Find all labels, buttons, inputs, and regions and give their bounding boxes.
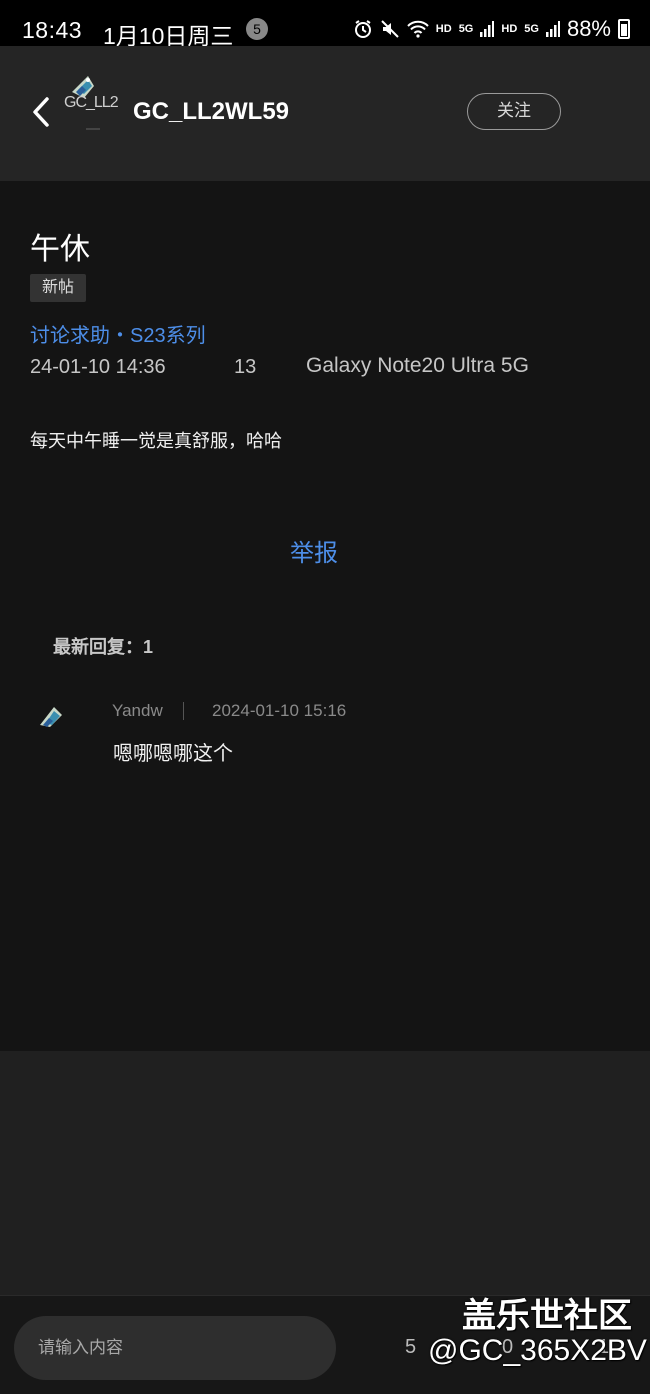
alarm-icon [353, 19, 373, 39]
reply-divider [183, 702, 184, 720]
post-device: Galaxy Note20 Ultra 5G [306, 354, 529, 377]
follow-button[interactable]: 关注 [467, 93, 561, 130]
status-icons: HD 5G HD 5G 88% [353, 16, 630, 42]
like-count[interactable]: 5 [405, 1336, 416, 1359]
battery-icon [618, 19, 630, 39]
status-time: 18:43 [22, 17, 83, 43]
wifi-icon [407, 20, 429, 38]
battery-percent: 88% [566, 16, 611, 41]
signal-icon-2 [545, 21, 560, 37]
post-title: 午休 [30, 233, 90, 266]
post-body: 每天中午睡一觉是真舒服，哈哈 [30, 431, 282, 451]
new-post-badge: 新帖 [30, 274, 87, 302]
reply-username[interactable]: Yandw [112, 701, 163, 721]
post-view-count: 13 [234, 356, 257, 378]
author-name[interactable]: GC_LL2WL59 [133, 98, 289, 126]
status-bar: 18:43 1月10日周三 5 HD 5G HD 5G 88% [0, 0, 650, 49]
watermark-site: 盖乐世社区 [462, 1297, 632, 1335]
reply-timestamp: 2024-01-10 15:16 [212, 701, 347, 720]
reply-avatar[interactable] [38, 703, 68, 729]
post-date: 24-01-10 14:36 [30, 356, 166, 378]
author-avatar[interactable]: GC_LL2 [64, 70, 128, 134]
category-link[interactable]: 讨论求助・S23系列 [30, 319, 206, 348]
avatar-bird-icon [40, 707, 62, 727]
network-label-1: 5G [458, 23, 474, 35]
post-header: GC_LL2 GC_LL2WL59 关注 [0, 46, 650, 181]
avatar-label: GC_LL2 [64, 94, 119, 111]
watermark-user: @GC_365X2BV [428, 1334, 647, 1367]
hd-label-1: HD [435, 23, 452, 35]
post-content: 午休 新帖 讨论求助・S23系列 24-01-10 14:36 13 Galax… [0, 181, 650, 1051]
reply-text: 嗯哪嗯哪这个 [113, 743, 233, 765]
notification-count-badge: 5 [246, 18, 268, 40]
network-label-2: 5G [524, 23, 539, 35]
report-button[interactable]: 举报 [290, 533, 338, 568]
comment-input[interactable] [14, 1316, 336, 1380]
signal-icon-1 [480, 21, 495, 37]
hd-label-2: HD [501, 23, 518, 35]
replies-header: 最新回复：1 [53, 637, 154, 657]
mute-icon [380, 19, 400, 39]
chevron-left-icon [33, 97, 49, 127]
back-button[interactable] [24, 92, 58, 132]
empty-area [0, 1051, 650, 1295]
